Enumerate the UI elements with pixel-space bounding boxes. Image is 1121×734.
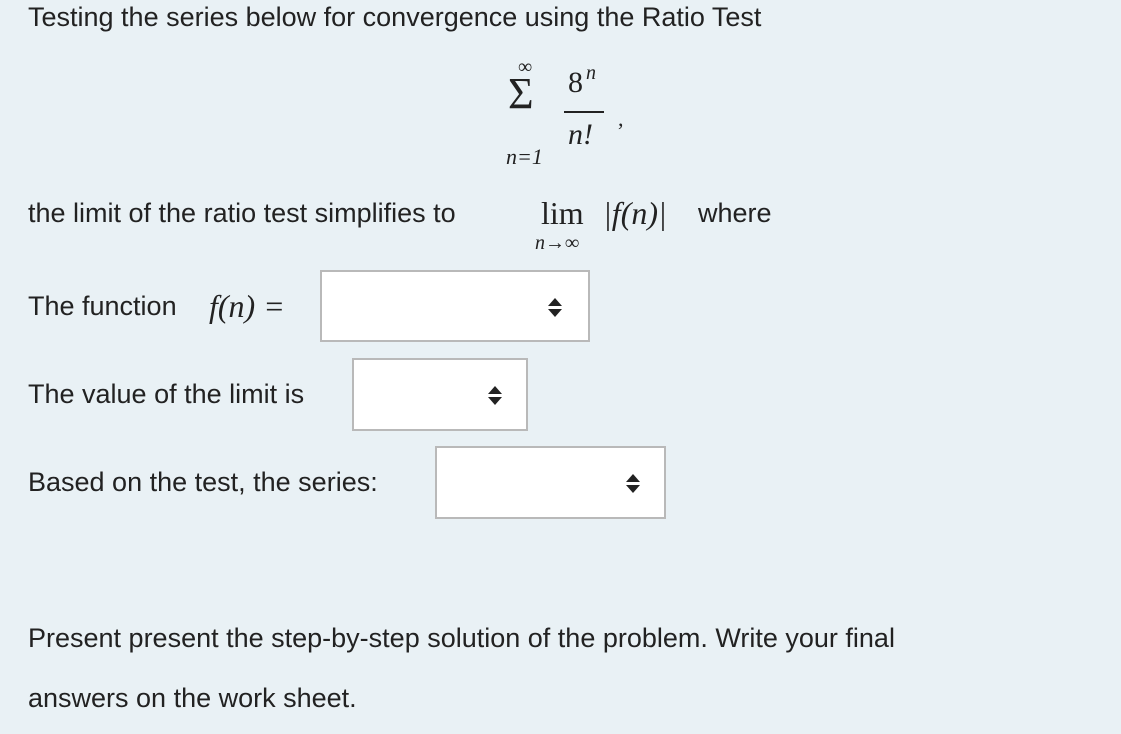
numerator-base: 8: [568, 66, 583, 99]
series-lower-limit: n=1: [506, 144, 543, 169]
limit-value-select[interactable]: [352, 358, 528, 431]
updown-caret-icon: [488, 386, 502, 406]
numerator-exponent: n: [586, 62, 596, 84]
updown-caret-icon: [626, 474, 640, 494]
limit-subscript: n→∞: [535, 232, 580, 254]
summation-sigma: Σ: [508, 69, 534, 118]
fraction-bar: [564, 111, 604, 113]
question-intro: Testing the series below for convergence…: [28, 2, 762, 32]
limit-value-label: The value of the limit is: [28, 379, 305, 409]
series-result-label: Based on the test, the series:: [28, 467, 378, 497]
limit-sentence-prefix: the limit of the ratio test simplifies t…: [28, 198, 456, 228]
limit-sentence-suffix: where: [698, 198, 772, 228]
instructions-line-2: answers on the work sheet.: [28, 683, 357, 713]
function-math: f(n) =: [209, 288, 285, 324]
limit-expression: |f(n)|: [603, 195, 667, 231]
series-trailing-comma: ,: [618, 106, 624, 131]
series-result-select[interactable]: [435, 446, 666, 519]
instructions-line-1: Present present the step-by-step solutio…: [28, 623, 895, 653]
limit-operator: lim: [541, 195, 584, 231]
function-label: The function: [28, 291, 177, 321]
series-expression: ∞ Σ n=1 8 n n! ,: [500, 56, 650, 173]
denominator: n!: [568, 118, 593, 151]
updown-caret-icon: [548, 298, 562, 318]
function-value-select[interactable]: [320, 270, 590, 342]
